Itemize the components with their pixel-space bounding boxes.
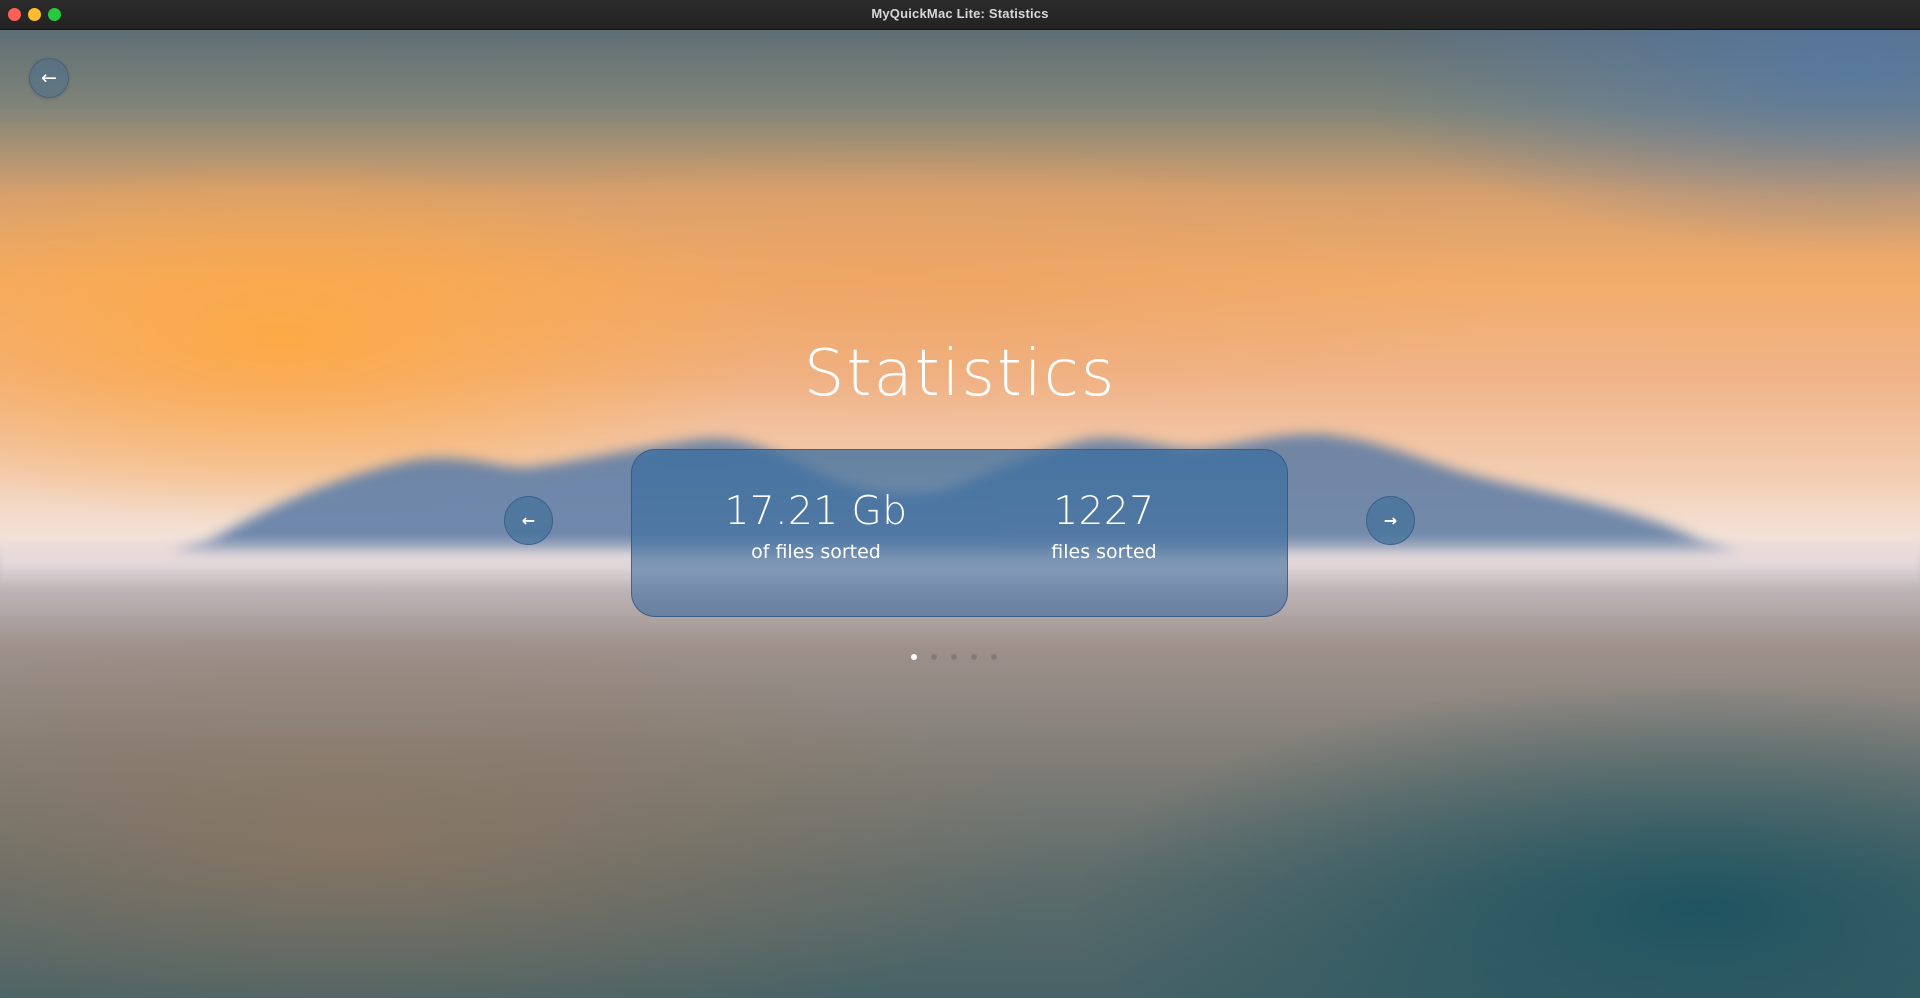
- stat-caption: files sorted: [1051, 541, 1157, 563]
- stat-caption: of files sorted: [751, 541, 881, 563]
- window-title: MyQuickMac Lite: Statistics: [871, 6, 1049, 21]
- stats-card: 17.21 Gb of files sorted 1227 files sort…: [631, 449, 1288, 617]
- app-window: MyQuickMac Lite: Statistics ← Statistics…: [0, 0, 1920, 998]
- page-indicator: [911, 654, 997, 664]
- arrow-right-icon: →: [1383, 511, 1398, 530]
- title-bar: MyQuickMac Lite: Statistics: [0, 0, 1920, 30]
- page-dot[interactable]: [951, 654, 957, 660]
- page-dot[interactable]: [971, 654, 977, 660]
- page-dot[interactable]: [991, 654, 997, 660]
- arrow-left-icon: ←: [521, 511, 536, 530]
- arrow-left-icon: ←: [41, 66, 57, 89]
- page-title: Statistics: [803, 337, 1117, 411]
- back-button[interactable]: ←: [29, 58, 69, 98]
- statistics-screen: ← Statistics ← 17.21 Gb of files sorted …: [0, 29, 1920, 998]
- previous-stats-button[interactable]: ←: [504, 496, 553, 545]
- stat-value: 1227: [1053, 489, 1155, 534]
- stat-value: 17.21 Gb: [724, 489, 908, 534]
- page-dot[interactable]: [931, 654, 937, 660]
- page-dot[interactable]: [911, 654, 917, 660]
- stat-size-sorted: 17.21 Gb of files sorted: [696, 488, 936, 564]
- next-stats-button[interactable]: →: [1366, 496, 1415, 545]
- stat-files-sorted: 1227 files sorted: [984, 488, 1224, 564]
